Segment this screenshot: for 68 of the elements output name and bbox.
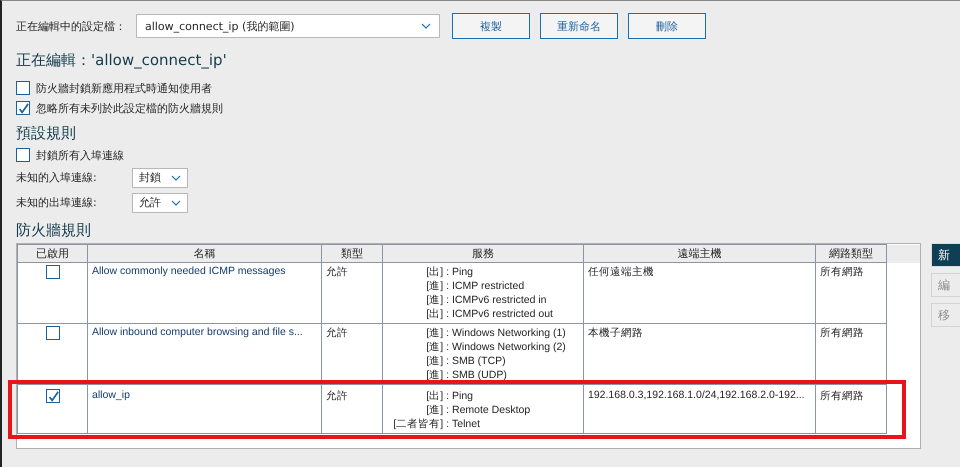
table-cell: 所有網路 bbox=[820, 265, 864, 279]
service-direction: [出] : bbox=[425, 389, 449, 403]
column-header[interactable]: 遠端主機 bbox=[584, 244, 816, 262]
service-direction: [進] : bbox=[425, 326, 449, 340]
table-cell: 192.168.0.3,192.168.1.0/24,192.168.2.0-192... bbox=[588, 389, 805, 401]
section-heading: 預設規則 bbox=[16, 124, 77, 143]
service-direction: [出] : bbox=[425, 307, 449, 321]
select-dropdown[interactable]: 允許 bbox=[132, 192, 188, 212]
table-cell: 所有網路 bbox=[820, 389, 864, 403]
service-name: Windows Networking (1) bbox=[452, 326, 567, 340]
service-name: SMB (TCP) bbox=[452, 354, 507, 368]
service-name: Windows Networking (2) bbox=[452, 340, 567, 354]
service-direction: [進] : bbox=[425, 354, 449, 368]
service-name: SMB (UDP) bbox=[452, 368, 508, 382]
service-name: ICMPv6 restricted in bbox=[452, 293, 548, 307]
service-name: Ping bbox=[452, 389, 474, 403]
service-name: Ping bbox=[452, 265, 474, 279]
select-label: 未知的出埠連線: bbox=[16, 195, 98, 210]
table-cell: Allow inbound computer browsing and file s... bbox=[92, 326, 303, 338]
checkbox[interactable] bbox=[46, 326, 60, 340]
checkbox[interactable] bbox=[16, 148, 30, 162]
table-cell: 允許 bbox=[326, 389, 348, 403]
side-button[interactable]: 新 bbox=[931, 243, 960, 267]
table-cell: allow_ip bbox=[92, 389, 130, 401]
option-label: 封鎖所有入埠連線 bbox=[36, 148, 124, 162]
checkbox[interactable] bbox=[16, 81, 30, 95]
option-label: 忽略所有未列於此設定檔的防火牆規則 bbox=[36, 100, 223, 116]
checkbox[interactable] bbox=[46, 389, 60, 403]
column-header[interactable]: 網路類型 bbox=[816, 244, 886, 262]
service-direction: [進] : bbox=[425, 403, 449, 417]
service-name: Remote Desktop bbox=[452, 403, 532, 417]
caret-icon bbox=[171, 174, 181, 180]
column-header[interactable]: 類型 bbox=[322, 244, 382, 262]
select-label: 未知的入埠連線: bbox=[16, 170, 98, 185]
table-cell: 任何遠端主機 bbox=[588, 265, 654, 279]
profile-dropdown[interactable]: allow_connect_ip (我的範圍) bbox=[136, 14, 440, 38]
service-name: Telnet bbox=[452, 417, 482, 431]
table-row[interactable]: Allow commonly needed ICMP messages 允許 [出] : Ping [進] : ICMP restricted [進] : ICMPv6 restricted in [出] : ICMPv6 restricted out 任何遠端主機 所有網路 bbox=[18, 262, 920, 324]
service-direction: [出] : bbox=[425, 265, 449, 279]
service-name: ICMPv6 restricted out bbox=[452, 307, 554, 321]
select-dropdown[interactable]: 封鎖 bbox=[132, 168, 188, 188]
table-cell: Allow commonly needed ICMP messages bbox=[92, 265, 286, 277]
service-direction: [二者皆有] : bbox=[392, 417, 449, 431]
service-direction: [進] : bbox=[425, 368, 449, 382]
table-cell: 允許 bbox=[326, 326, 348, 340]
caret-icon bbox=[421, 23, 431, 29]
editing-title: 正在編輯：'allow_connect_ip' bbox=[16, 51, 228, 70]
table-row[interactable]: allow_ip 允許 [出] : Ping [進] : Remote Desktop [二者皆有] : Telnet 192.168.0.3,192.168.1.0/24,192.168.2.0-192... 所有網路 bbox=[18, 384, 920, 434]
caret-icon bbox=[171, 200, 181, 206]
service-direction: [進] : bbox=[425, 340, 449, 354]
option-label: 防火牆封鎖新應用程式時通知使用者 bbox=[36, 80, 212, 96]
service-direction: [進] : bbox=[425, 293, 449, 307]
action-button[interactable]: 複製 bbox=[452, 13, 530, 39]
table-row[interactable]: Allow inbound computer browsing and file s... 允許 [進] : Windows Networking (1) [進] : Windows Networking (2) [進] : SMB (TCP) [進] : SMB (UDP) 本機子網路 所有網路 bbox=[18, 324, 920, 384]
table-cell: 所有網路 bbox=[820, 326, 864, 340]
service-direction: [進] : bbox=[425, 279, 449, 293]
checkbox[interactable] bbox=[46, 265, 60, 279]
table-cell: 允許 bbox=[326, 265, 348, 279]
column-header[interactable]: 名稱 bbox=[88, 244, 322, 262]
table-cell: 本機子網路 bbox=[588, 326, 643, 340]
action-button[interactable]: 重新命名 bbox=[540, 13, 618, 39]
service-name: ICMP restricted bbox=[452, 279, 526, 293]
profile-label: 正在編輯中的設定檔： bbox=[16, 18, 126, 34]
section-heading: 防火牆規則 bbox=[16, 221, 92, 240]
column-header[interactable]: 已啟用 bbox=[18, 244, 88, 262]
action-button[interactable]: 刪除 bbox=[628, 13, 706, 39]
checkbox[interactable] bbox=[16, 101, 30, 115]
column-header[interactable]: 服務 bbox=[382, 244, 584, 262]
